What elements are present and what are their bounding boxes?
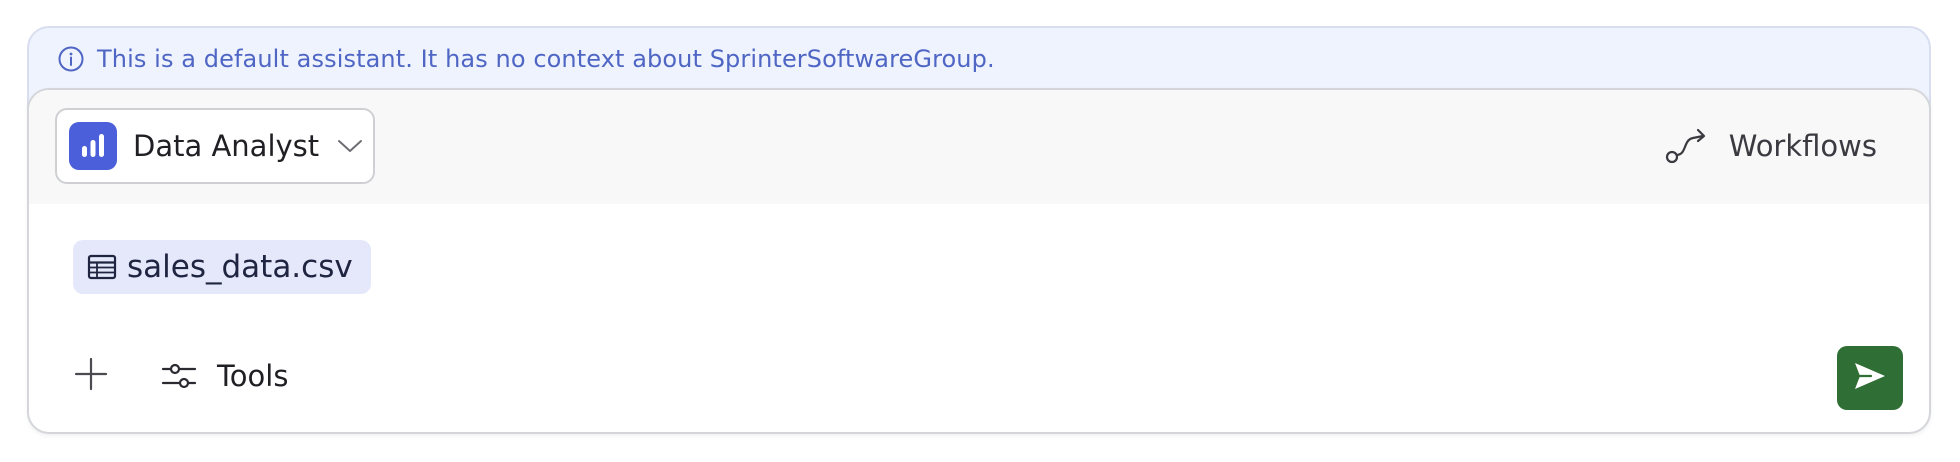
plus-icon (73, 356, 109, 396)
workflow-route-icon (1665, 126, 1709, 166)
chevron-down-icon (337, 138, 363, 154)
assistant-selector[interactable]: Data Analyst (55, 108, 375, 184)
table-icon (87, 254, 117, 280)
composer-header: Data Analyst Workflows (29, 90, 1929, 204)
send-button[interactable] (1837, 346, 1903, 410)
tools-button[interactable]: Tools (161, 352, 288, 400)
add-attachment-button[interactable] (71, 356, 111, 396)
info-icon (57, 45, 85, 73)
assistant-composer-frame: This is a default assistant. It has no c… (27, 26, 1931, 434)
tools-label: Tools (217, 359, 289, 393)
bar-chart-icon (69, 122, 117, 170)
composer-card: Data Analyst Workflows sales_data.csv To… (27, 88, 1931, 434)
info-banner-text: This is a default assistant. It has no c… (97, 45, 995, 73)
sliders-icon (161, 360, 197, 392)
attachment-chip[interactable]: sales_data.csv (73, 240, 371, 294)
assistant-selector-label: Data Analyst (133, 129, 320, 163)
send-icon (1853, 361, 1887, 395)
attachment-filename: sales_data.csv (127, 249, 353, 285)
workflows-button[interactable]: Workflows (1665, 120, 1877, 172)
info-banner: This is a default assistant. It has no c… (29, 28, 1929, 90)
workflows-label: Workflows (1728, 129, 1877, 163)
